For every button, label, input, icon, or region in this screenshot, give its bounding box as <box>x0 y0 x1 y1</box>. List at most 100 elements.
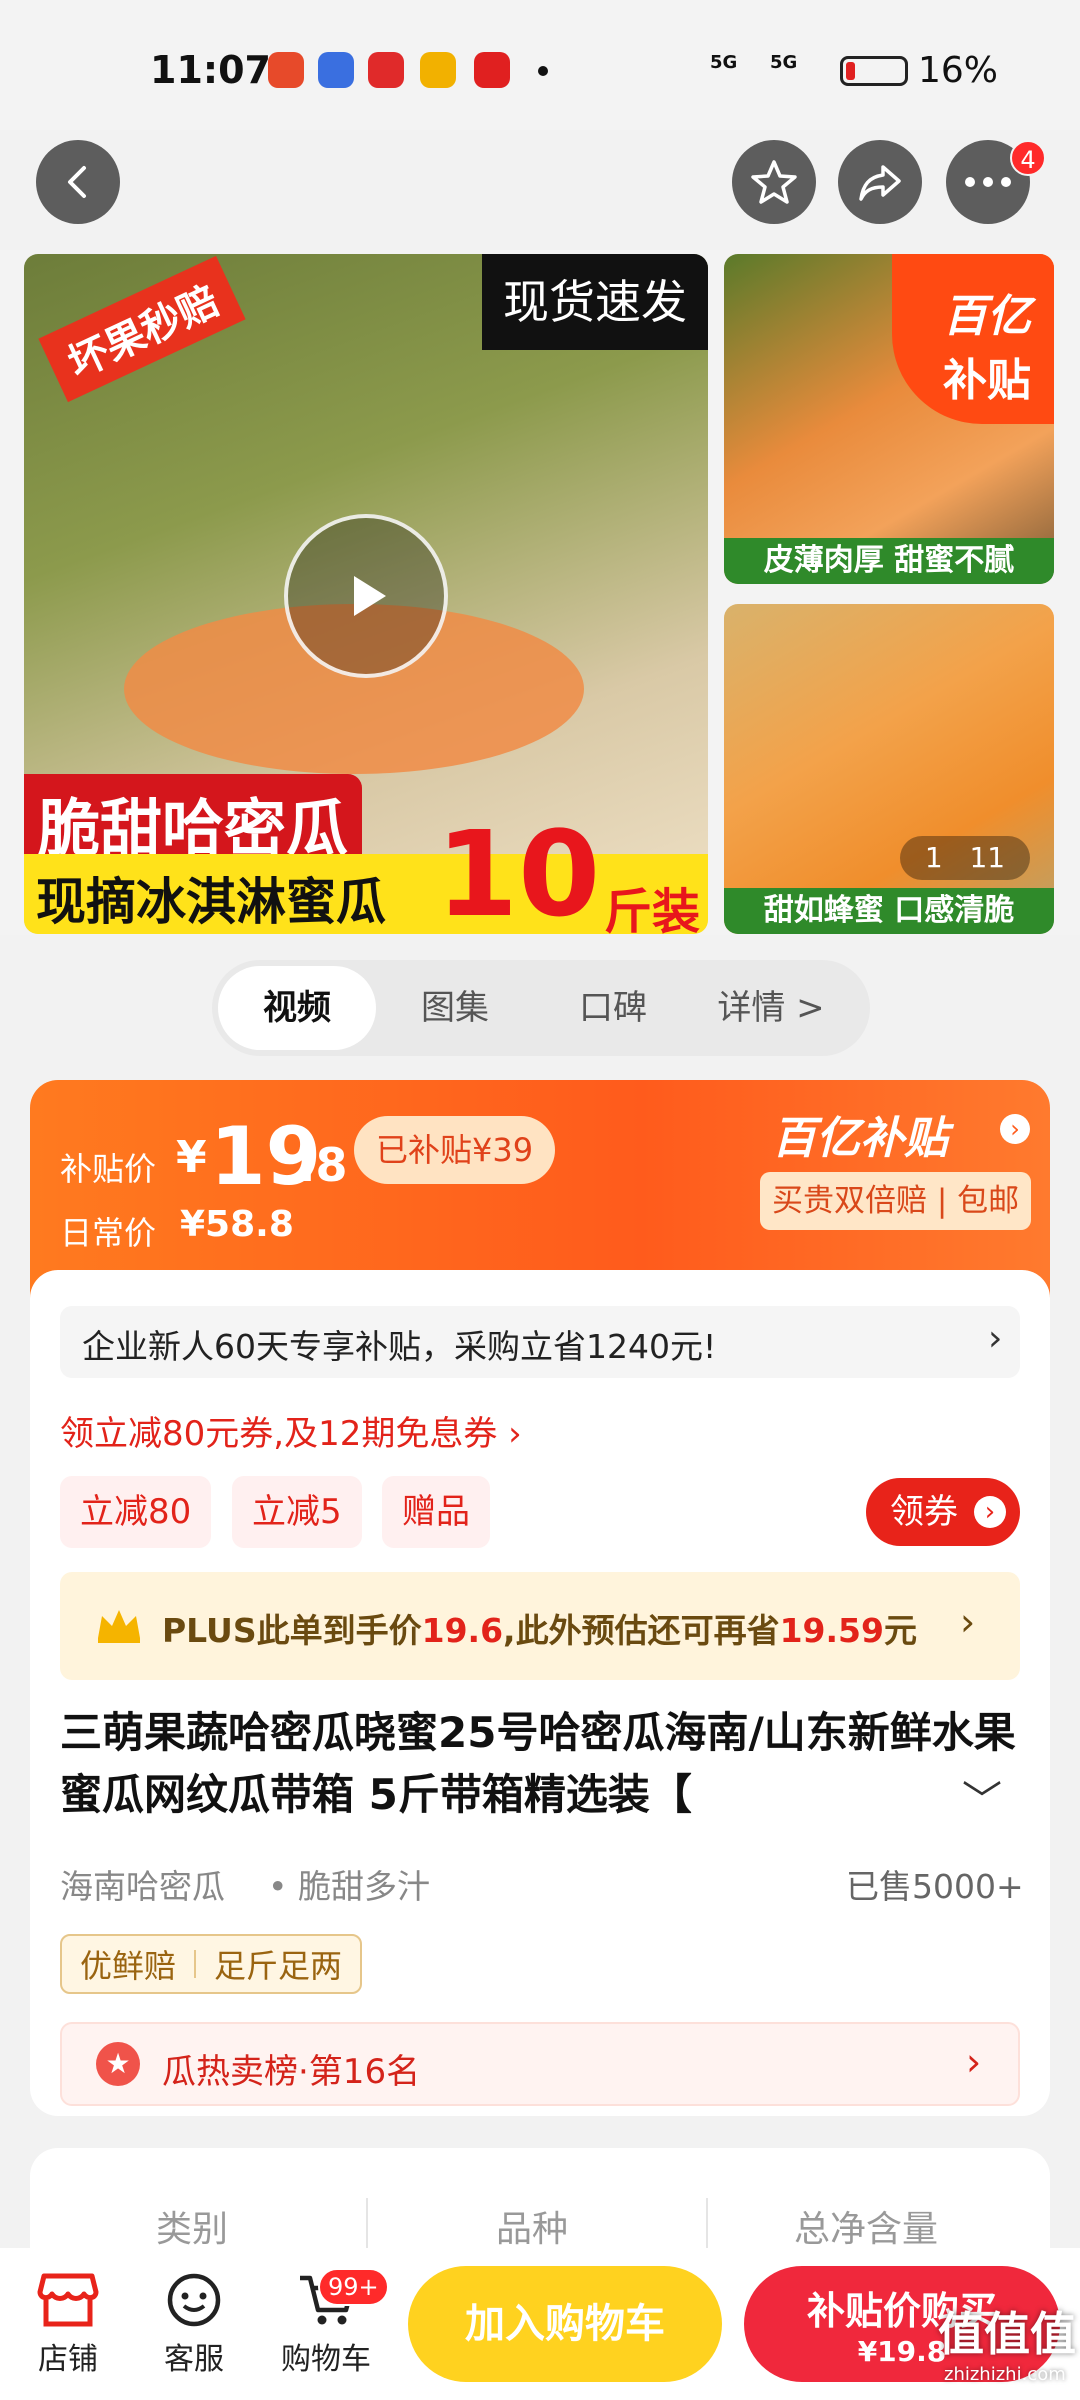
product-title: 三萌果蔬哈密瓜晓蜜25号哈密瓜海南/山东新鲜水果蜜瓜网纹瓜带箱 5斤带箱精选装【 <box>60 1708 1016 1819</box>
plus-text: PLUS此单到手价19.6,此外预估还可再省19.59元 <box>162 1604 917 1652</box>
get-coupon-button[interactable]: 领券 › <box>866 1478 1020 1546</box>
enterprise-subsidy-banner[interactable]: 企业新人60天专享补贴，采购立省1240元! › <box>60 1306 1020 1378</box>
crown-icon <box>98 1610 140 1643</box>
weibo-icon <box>420 52 456 88</box>
divider <box>706 2198 708 2248</box>
more-badge: 4 <box>1010 140 1046 176</box>
price-label: 补贴价 <box>60 1150 157 1188</box>
price-dec: .8 <box>298 1138 348 1192</box>
get-coupon-label: 领券 <box>890 1492 958 1532</box>
coupon-chip-1[interactable]: 立减80 <box>60 1476 212 1548</box>
share-icon <box>859 165 901 201</box>
battery-percent: 16% <box>918 50 999 91</box>
chevron-right-circle-icon[interactable]: › <box>1000 1114 1030 1144</box>
chevron-right-icon: › <box>960 1600 976 1644</box>
main-tag-left: 坏果秒赔 <box>38 255 246 403</box>
tab-reviews[interactable]: 口碑 <box>534 966 692 1050</box>
product-feature: • 脆甜多汁 <box>268 1867 430 1906</box>
baidu-paw-icon <box>318 52 354 88</box>
spec-category: 类别 <box>156 2209 229 2250</box>
sold-count: 已售5000+ <box>846 1867 1024 1906</box>
side-image-1[interactable]: 百亿 补贴 皮薄肉厚 甜蜜不腻 <box>724 254 1054 584</box>
play-video-button[interactable] <box>284 514 448 678</box>
chat-smile-icon <box>167 2273 221 2327</box>
coupon-line[interactable]: 领立减80元券,及12期免息券 › <box>60 1406 522 1455</box>
medal-icon: ★ <box>96 2042 140 2086</box>
daily-price: ¥58.8 <box>180 1204 294 1245</box>
status-time: 11:07 <box>150 48 271 92</box>
guarantee-tag-1: 优鲜赔 <box>80 1947 177 1985</box>
customer-service-button[interactable]: 客服 <box>156 2270 232 2380</box>
rank-text: 瓜热卖榜·第16名 <box>162 2052 421 2092</box>
battery-icon <box>840 56 908 86</box>
subsidy-logo-bottom: 补贴 <box>943 355 1031 406</box>
back-button[interactable] <box>36 140 120 224</box>
plus-suffix: 元 <box>883 1611 917 1650</box>
ranking-banner[interactable]: ★ 瓜热卖榜·第16名 › <box>60 2022 1020 2106</box>
spec-net-weight: 总净含量 <box>794 2209 939 2250</box>
plus-price: 19.6 <box>421 1611 504 1650</box>
main-subtitle: 现摘冰淇淋蜜瓜 <box>36 873 386 931</box>
chevron-right-icon: › <box>966 2040 982 2084</box>
side-image-2[interactable]: 1 11 甜如蜂蜜 口感清脆 <box>724 604 1054 934</box>
divider <box>366 2198 368 2248</box>
expand-title-icon[interactable]: ﹀ <box>962 1768 1002 1826</box>
guarantee-tag-2: 足斤足两 <box>214 1947 343 1985</box>
image-counter-total: 11 <box>969 841 1006 874</box>
battery-level <box>846 62 855 80</box>
coupon-chip-2[interactable]: 立减5 <box>232 1476 362 1548</box>
main-weight-unit: 斤装 <box>604 884 701 934</box>
tebie-app-icon <box>474 52 510 88</box>
image-counter-current: 1 <box>924 841 943 874</box>
watermark: 值值值 <box>938 2307 1076 2361</box>
plus-mid: ,此外预估还可再省 <box>503 1611 780 1650</box>
tab-gallery[interactable]: 图集 <box>376 966 534 1050</box>
product-origin: 海南哈密瓜 <box>60 1867 225 1906</box>
app-notification-icon <box>368 52 404 88</box>
main-product-image[interactable]: 坏果秒赔 现货速发 脆甜哈密瓜 现摘冰淇淋蜜瓜 10 斤装 <box>24 254 708 934</box>
app-notification-icon <box>268 52 304 88</box>
watermark-sub: zhizhizhi.com <box>944 2364 1066 2385</box>
plus-prefix: PLUS此单到手价 <box>162 1611 422 1650</box>
shop-label: 店铺 <box>38 2342 98 2377</box>
status-bar: 11:07 5G 5G 16% <box>0 0 1080 130</box>
spec-variety: 品种 <box>496 2209 569 2250</box>
brand-promise: 买贵双倍赔 | 包邮 <box>760 1172 1032 1230</box>
tab-details[interactable]: 详情 > <box>692 966 850 1050</box>
share-button[interactable] <box>838 140 922 224</box>
subsidy-logo: 百亿 补贴 <box>892 254 1054 424</box>
subsidy-tag: 已补贴¥39 <box>354 1116 556 1184</box>
cart-badge: 99+ <box>318 2268 389 2306</box>
signal-5g-icon-2: 5G <box>770 52 798 73</box>
favorite-button[interactable] <box>732 140 816 224</box>
service-label: 客服 <box>164 2342 224 2377</box>
side2-caption: 甜如蜂蜜 口感清脆 <box>724 888 1054 934</box>
main-tag-right: 现货速发 <box>482 254 708 350</box>
tab-video[interactable]: 视频 <box>218 966 376 1050</box>
star-icon <box>751 160 797 204</box>
guarantee-tags[interactable]: 优鲜赔 足斤足两 <box>60 1934 363 1994</box>
more-notifications-dot <box>538 66 548 76</box>
shop-button[interactable]: 店铺 <box>30 2270 106 2380</box>
enterprise-text: 企业新人60天专享补贴，采购立省1240元! <box>82 1327 717 1366</box>
signal-5g-icon: 5G <box>710 52 738 73</box>
chevron-right-icon: › <box>988 1318 1003 1359</box>
daily-price-label: 日常价 <box>60 1214 157 1252</box>
side1-caption: 皮薄肉厚 甜蜜不腻 <box>724 538 1054 584</box>
price-currency: ¥ <box>176 1132 207 1183</box>
play-icon <box>354 576 386 616</box>
main-weight-number: 10 <box>436 805 601 934</box>
add-to-cart-button[interactable]: 加入购物车 <box>408 2266 722 2382</box>
subsidy-brand[interactable]: 百亿补贴 <box>772 1102 948 1166</box>
plus-member-banner[interactable]: PLUS此单到手价19.6,此外预估还可再省19.59元 › <box>60 1572 1020 1680</box>
cart-label: 购物车 <box>281 2342 371 2377</box>
store-icon <box>37 2273 99 2327</box>
subsidy-logo-top: 百亿 <box>943 291 1031 342</box>
chevron-right-circle-icon: › <box>974 1496 1006 1528</box>
plus-save: 19.59 <box>779 1611 884 1650</box>
media-tabs: 视频 图集 口碑 详情 > <box>212 960 870 1056</box>
chevron-left-icon <box>68 166 86 198</box>
more-dots-icon <box>965 177 1011 187</box>
gift-chip[interactable]: 赠品 <box>382 1476 490 1548</box>
bottom-action-bar: 店铺 客服 购物车 99+ 加入购物车 补贴价购买 ¥19.8 值值值 zhiz… <box>0 2248 1080 2400</box>
